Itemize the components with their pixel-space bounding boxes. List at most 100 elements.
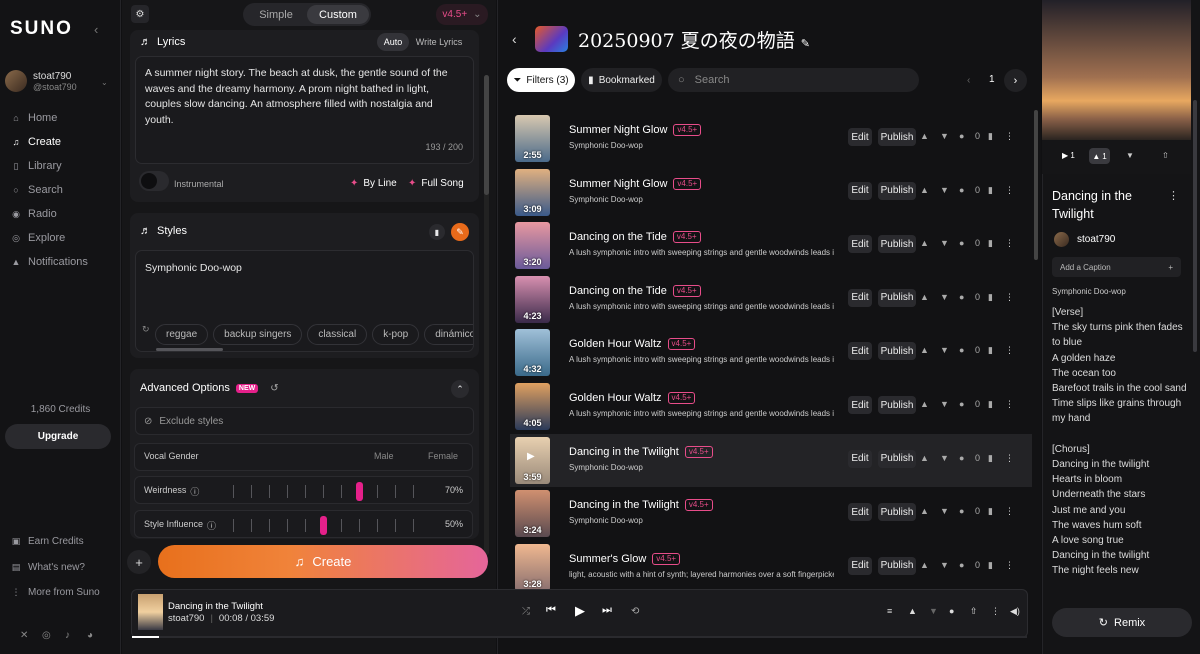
list-scrollbar[interactable] <box>1034 110 1038 260</box>
thumbs-down-icon[interactable]: ▼ <box>940 399 949 409</box>
more-vertical-icon[interactable]: ⋮ <box>1005 131 1014 142</box>
thumbs-up-icon[interactable]: ▲ <box>920 238 929 248</box>
publish-button[interactable]: Publish <box>878 396 916 414</box>
simple-tab[interactable]: Simple <box>245 5 307 24</box>
bookmark-icon[interactable]: ▮ <box>988 560 993 571</box>
song-title[interactable]: Golden Hour Waltz <box>569 338 662 350</box>
more-vertical-icon[interactable]: ⋮ <box>1168 189 1179 202</box>
prev-page-icon[interactable]: ‹ <box>967 75 970 86</box>
reset-icon[interactable]: ↺ <box>270 383 278 394</box>
info-icon[interactable]: ⓘ <box>207 519 216 532</box>
thumbs-down-icon[interactable]: ▼ <box>940 345 949 355</box>
song-title[interactable]: Dancing on the Tide <box>569 285 667 297</box>
comment-icon[interactable]: ● <box>959 345 964 355</box>
volume-icon[interactable]: ◀) <box>1010 606 1020 617</box>
thumbs-down-icon[interactable]: ▼ <box>940 185 949 195</box>
dislike-icon[interactable]: ▼ <box>1126 151 1134 160</box>
nav-home[interactable]: ⌂ Home <box>11 112 57 124</box>
bookmarked-button[interactable]: ▮ Bookmarked <box>581 68 662 92</box>
add-plus-icon[interactable]: + <box>127 550 151 574</box>
x-icon[interactable]: ✕ <box>20 630 28 641</box>
play-icon[interactable]: ▶ <box>575 603 585 619</box>
next-icon[interactable]: ⏭ <box>602 604 612 617</box>
song-row[interactable]: 4:23 Dancing on the Tide v4.5+ A lush symph… <box>510 273 1032 326</box>
female-option[interactable]: Female <box>428 451 458 461</box>
thumbs-up-icon[interactable]: ▲ <box>920 345 929 355</box>
thumbs-up-icon[interactable]: ▲ <box>920 131 929 141</box>
song-title[interactable]: Dancing in the Twilight <box>569 446 679 458</box>
player-artist[interactable]: stoat790 <box>168 613 204 624</box>
comment-icon[interactable]: ● <box>959 185 964 195</box>
shuffle-icon[interactable]: ⤮ <box>522 606 530 617</box>
publish-button[interactable]: Publish <box>878 556 916 575</box>
more-vertical-icon[interactable]: ⋮ <box>1005 345 1014 356</box>
add-caption-input[interactable]: Add a Caption + <box>1052 257 1181 277</box>
avatar[interactable] <box>1054 232 1069 247</box>
song-row[interactable]: 3:20 Dancing on the Tide v4.5+ A lush symph… <box>510 219 1032 272</box>
song-thumbnail[interactable]: 3:09 <box>515 168 550 216</box>
edit-button[interactable]: Edit <box>848 556 872 575</box>
bookmark-icon[interactable]: ▮ <box>988 238 993 249</box>
player-title[interactable]: Dancing in the Twilight <box>168 601 263 612</box>
advanced-header[interactable]: Advanced Options NEW ↺ <box>140 382 279 394</box>
comment-icon[interactable]: ● <box>959 238 964 248</box>
tags-scrollbar[interactable] <box>156 348 223 351</box>
player-cover[interactable] <box>138 594 163 630</box>
more-vertical-icon[interactable]: ⋮ <box>1005 453 1014 464</box>
male-option[interactable]: Male <box>374 451 394 461</box>
play-count[interactable]: ▶ 1 <box>1062 151 1075 160</box>
thumbs-down-icon[interactable]: ▼ <box>940 131 949 141</box>
edit-button[interactable]: Edit <box>848 128 872 146</box>
style-tag[interactable]: classical <box>307 324 368 345</box>
song-title[interactable]: Dancing on the Tide <box>569 231 667 243</box>
thumbs-up-icon[interactable]: ▲ <box>908 606 917 616</box>
weirdness-slider[interactable] <box>233 477 414 505</box>
suno-logo[interactable]: SUNO <box>10 18 73 40</box>
progress-bar[interactable] <box>132 636 1027 638</box>
song-thumbnail[interactable]: 4:32 <box>515 329 550 377</box>
more-vertical-icon[interactable]: ⋮ <box>1005 238 1014 249</box>
publish-button[interactable]: Publish <box>878 235 916 254</box>
publish-button[interactable]: Publish <box>878 503 916 522</box>
comment-icon[interactable]: ● <box>959 453 964 463</box>
thumbs-up-icon[interactable]: ▲ <box>920 292 929 302</box>
refresh-tags-icon[interactable]: ↻ <box>142 324 150 335</box>
more-vertical-icon[interactable]: ⋮ <box>1005 399 1014 410</box>
workspace-title[interactable]: 20250907 夏の夜の物語 ✎ <box>578 26 810 53</box>
song-thumbnail[interactable]: 3:28 <box>515 543 550 591</box>
auto-lyrics-button[interactable]: Auto <box>377 33 409 51</box>
style-tag[interactable]: reggae <box>155 324 209 345</box>
more-vertical-icon[interactable]: ⋮ <box>991 606 1000 617</box>
bookmark-icon[interactable]: ▮ <box>988 399 993 410</box>
exclude-styles-input[interactable]: ⊘ Exclude styles <box>135 407 474 435</box>
song-row[interactable]: ▶ 3:59 Dancing in the Twilight v4.5+ Symphon… <box>510 433 1032 487</box>
by-line-button[interactable]: ✦ By Line <box>350 178 397 189</box>
song-title[interactable]: Dancing in the Twilight <box>569 499 679 511</box>
edit-button[interactable]: Edit <box>848 449 872 468</box>
custom-tab[interactable]: Custom <box>307 5 369 24</box>
song-title[interactable]: Summer Night Glow <box>569 124 667 136</box>
style-tag[interactable]: k-pop <box>372 324 420 345</box>
comment-icon[interactable]: ● <box>959 506 964 516</box>
edit-button[interactable]: Edit <box>848 288 872 307</box>
previous-icon[interactable]: ⏮ <box>546 604 556 617</box>
comment-icon[interactable]: ● <box>959 560 964 570</box>
edit-button[interactable]: Edit <box>848 235 872 254</box>
bookmark-icon[interactable]: ▮ <box>988 292 993 303</box>
thumbs-up-icon[interactable]: ▲ <box>920 185 929 195</box>
thumbs-up-icon[interactable]: ▲ <box>920 399 929 409</box>
edit-button[interactable]: Edit <box>848 181 872 200</box>
song-row[interactable]: 4:05 Golden Hour Waltz v4.5+ A lush symphon… <box>510 380 1032 433</box>
song-title[interactable]: Golden Hour Waltz <box>569 392 662 404</box>
style-tag[interactable]: backup singers <box>213 324 303 345</box>
detail-scrollbar[interactable] <box>1193 100 1197 352</box>
bookmark-icon[interactable]: ▮ <box>988 453 993 464</box>
song-row[interactable]: 2:55 Summer Night Glow v4.5+ Symphonic Doo-… <box>510 112 1032 165</box>
discord-icon[interactable]: ◕ <box>87 630 93 641</box>
share-icon[interactable]: ⇧ <box>1162 151 1169 160</box>
thumbs-up-icon[interactable]: ▲ <box>920 506 929 516</box>
slider-thumb[interactable] <box>320 516 327 535</box>
slider-thumb[interactable] <box>356 482 363 501</box>
song-row[interactable]: 3:28 Summer's Glow v4.5+ light, acoustic wi… <box>510 541 1032 594</box>
full-song-button[interactable]: ✦ Full Song <box>408 178 464 189</box>
